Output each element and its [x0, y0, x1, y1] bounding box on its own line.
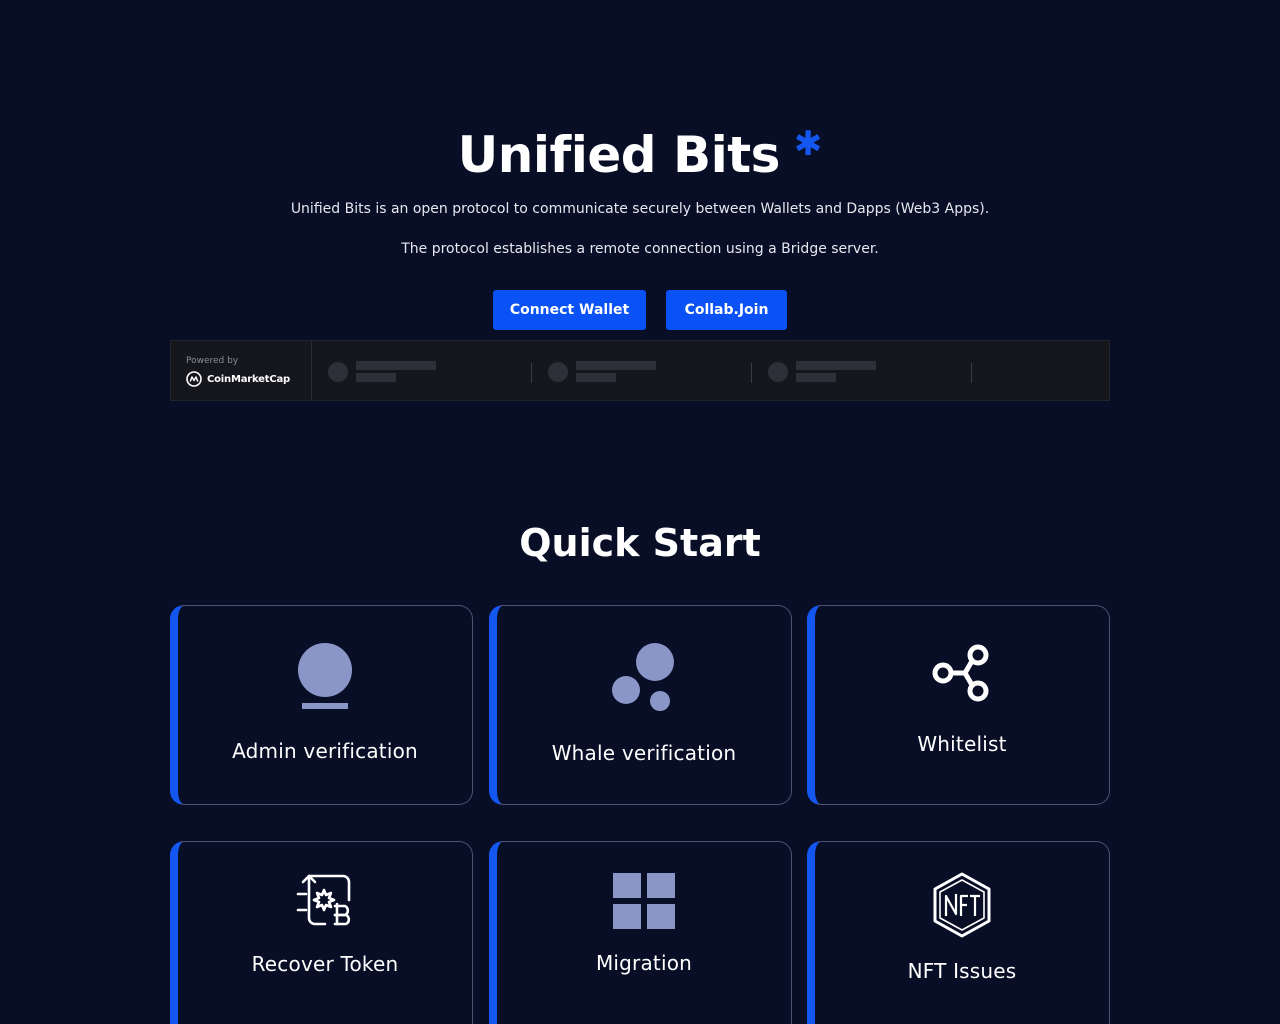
hero-subdescription: The protocol establishes a remote connec… [401, 241, 879, 257]
admin-verification-card[interactable]: Admin verification [170, 605, 473, 805]
price-ticker-widget: Powered by CoinMarketCap [170, 340, 1110, 401]
coin-name-placeholder [356, 361, 436, 370]
coinmarketcap-logo-icon [186, 371, 202, 387]
share-nodes-icon [932, 644, 989, 702]
coin-name-placeholder [576, 361, 656, 370]
coinmarketcap-brand: CoinMarketCap [186, 371, 311, 387]
coin-logo-placeholder [548, 362, 568, 382]
hero-title-row: Unified Bits ✱ [0, 124, 1280, 186]
card-label: NFT Issues [907, 959, 1017, 983]
coin-price-placeholder [356, 373, 396, 382]
connect-wallet-button[interactable]: Connect Wallet [493, 290, 646, 330]
page-title: Unified Bits [457, 126, 781, 184]
coin-price-placeholder [796, 373, 836, 382]
asterisk-icon: ✱ [793, 124, 823, 164]
ticker-slot-placeholder [312, 341, 532, 400]
coin-name-placeholder [796, 361, 876, 370]
coin-logo-placeholder [768, 362, 788, 382]
hero-actions: Connect Wallet Collab.Join [0, 290, 1280, 330]
quick-start-title: Quick Start [519, 521, 761, 565]
coin-price-placeholder [576, 373, 616, 382]
card-label: Migration [595, 951, 693, 975]
nft-issues-card[interactable]: NFT Issues [807, 841, 1110, 1024]
whale-verification-card[interactable]: Whale verification [489, 605, 792, 805]
coinmarketcap-label: CoinMarketCap [207, 373, 290, 385]
bubbles-icon [612, 643, 674, 711]
grid-icon [613, 873, 675, 929]
ticker-slot-placeholder [752, 341, 972, 400]
coin-logo-placeholder [328, 362, 348, 382]
ticker-slot-placeholder [532, 341, 752, 400]
card-label: Admin verification [232, 739, 418, 763]
card-label: Recover Token [251, 952, 399, 976]
bitcoin-exchange-icon [296, 874, 351, 926]
recover-token-card[interactable]: Recover Token [170, 841, 473, 1024]
ticker-divider [971, 363, 972, 383]
ticker-brand[interactable]: Powered by CoinMarketCap [171, 341, 312, 400]
powered-by-label: Powered by [186, 356, 239, 366]
collab-join-button[interactable]: Collab.Join [666, 290, 787, 330]
whitelist-card[interactable]: Whitelist [807, 605, 1110, 805]
hero-description: Unified Bits is an open protocol to comm… [290, 201, 990, 217]
nft-hexagon-icon [933, 872, 991, 938]
card-label: Whale verification [551, 741, 737, 765]
migration-card[interactable]: Migration [489, 841, 792, 1024]
user-icon [298, 643, 352, 709]
card-label: Whitelist [917, 732, 1007, 756]
